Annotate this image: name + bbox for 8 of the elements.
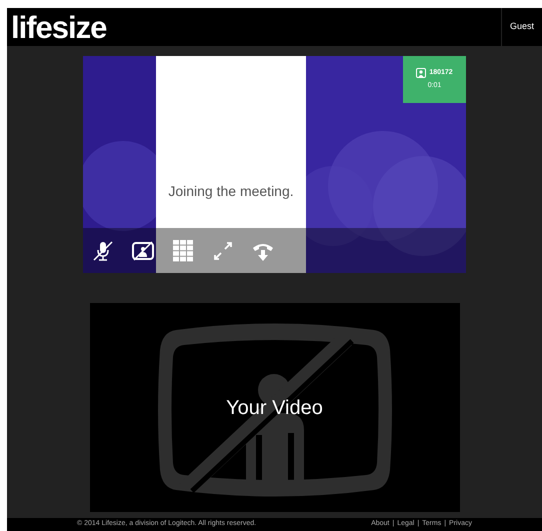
keypad-icon[interactable] (171, 238, 195, 262)
status-message: Joining the meeting. (167, 182, 295, 201)
muted-mic-icon[interactable] (91, 238, 115, 262)
camera-off-icon[interactable] (131, 238, 155, 262)
logo: lifesize (11, 12, 106, 42)
video-label: Your Video (226, 396, 323, 420)
person-icon (416, 68, 426, 78)
user-name[interactable]: Guest (500, 8, 542, 46)
